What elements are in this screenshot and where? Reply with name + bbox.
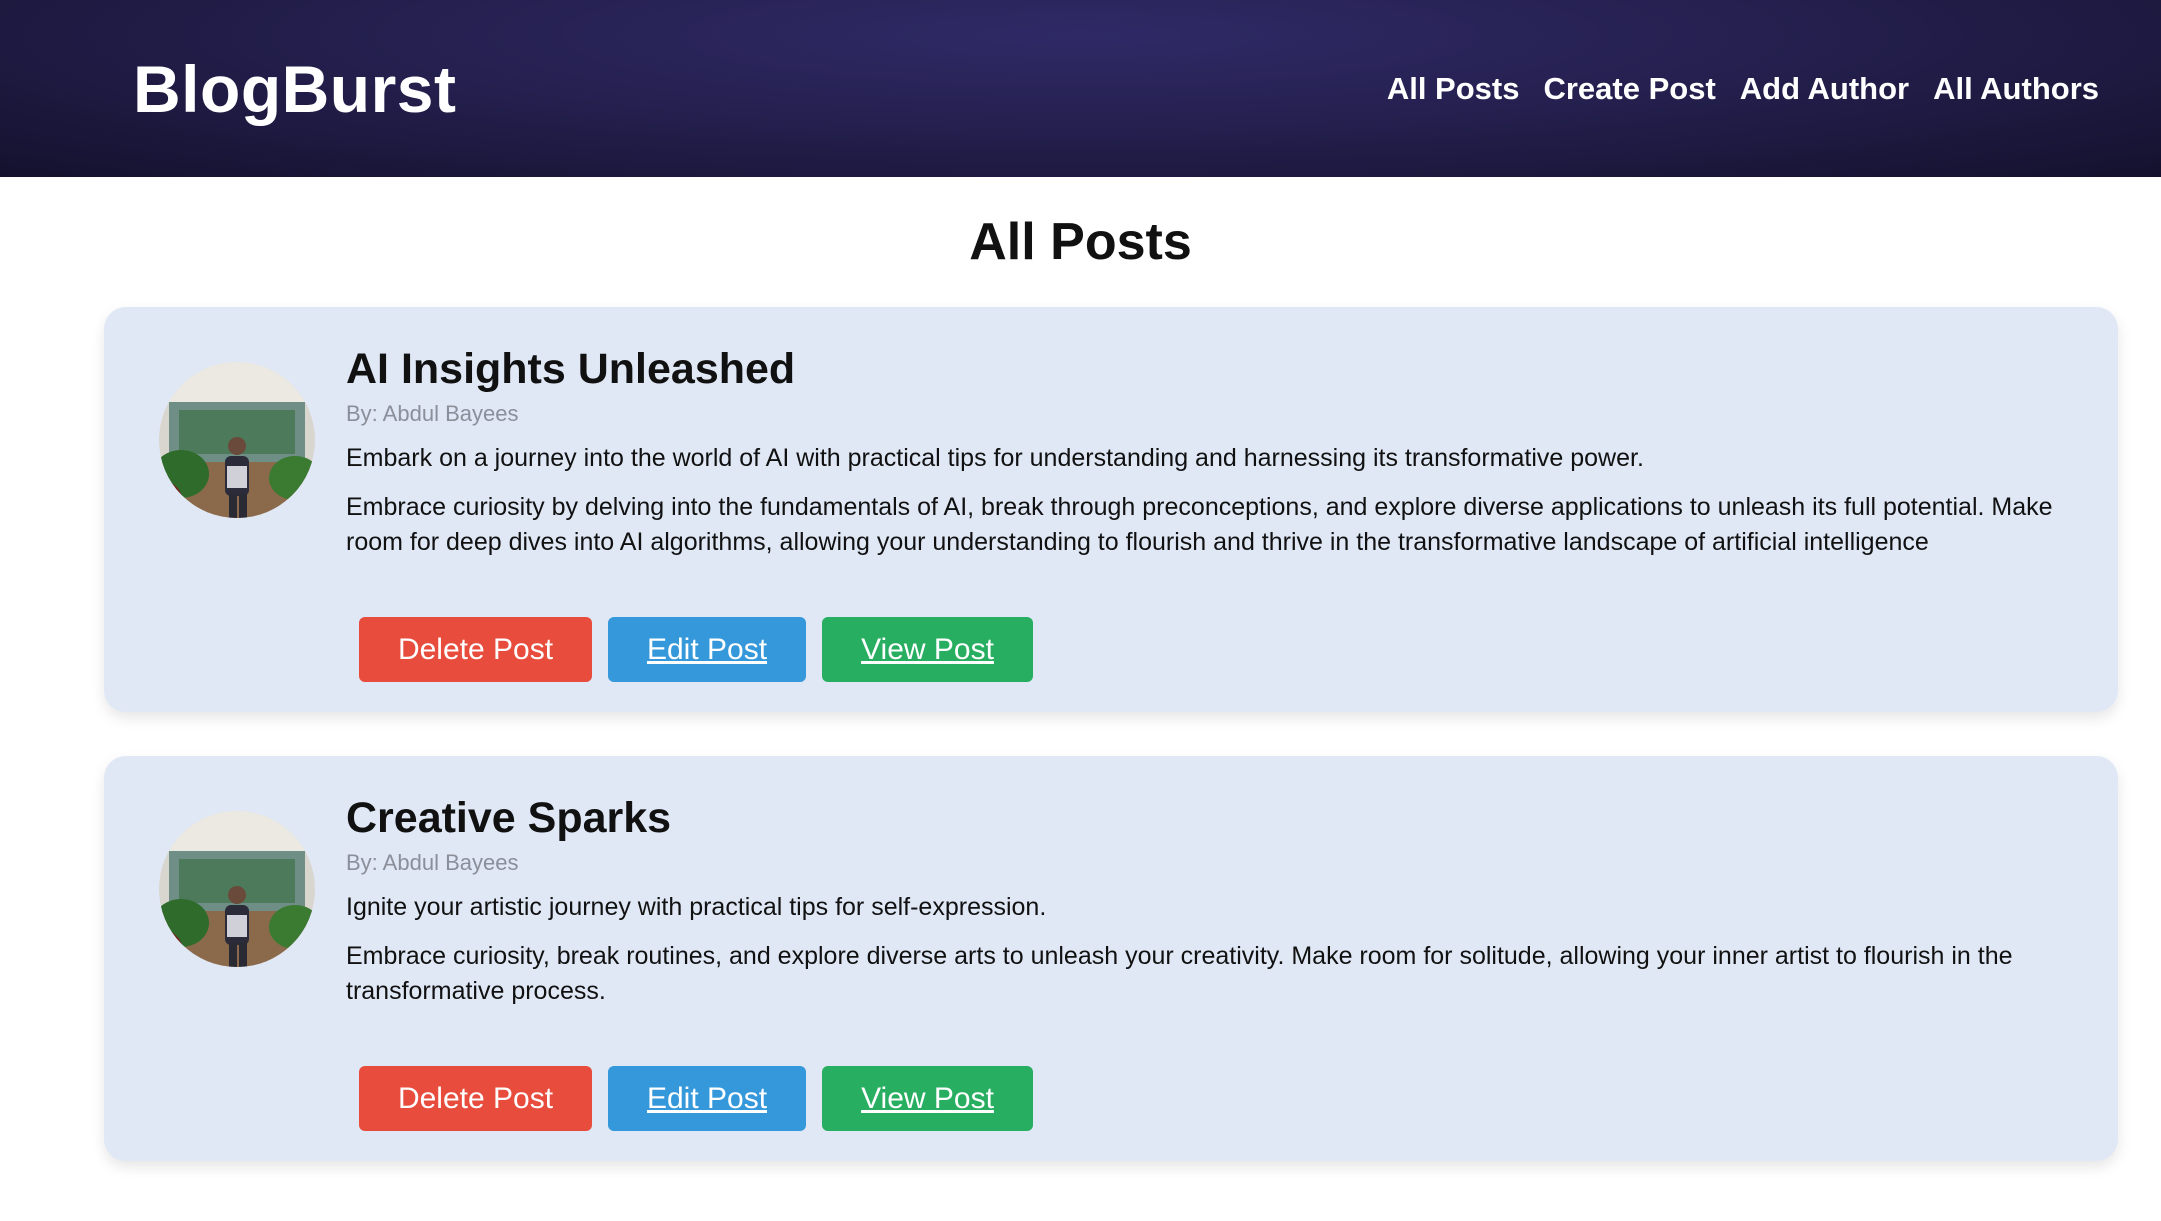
view-post-button[interactable]: View Post bbox=[822, 617, 1033, 682]
main-nav: All Posts Create Post Add Author All Aut… bbox=[1387, 71, 2099, 107]
view-post-button[interactable]: View Post bbox=[822, 1066, 1033, 1131]
nav-all-posts[interactable]: All Posts bbox=[1387, 71, 1520, 107]
post-actions: Delete Post Edit Post View Post bbox=[359, 1066, 1033, 1131]
delete-post-button[interactable]: Delete Post bbox=[359, 1066, 592, 1131]
post-content: Creative Sparks By: Abdul Bayees Ignite … bbox=[346, 790, 2058, 1009]
post-description: Ignite your artistic journey with practi… bbox=[346, 893, 1047, 921]
post-title: AI Insights Unleashed bbox=[346, 345, 796, 393]
post-content: AI Insights Unleashed By: Abdul Bayees E… bbox=[346, 341, 2058, 560]
post-author: By: Abdul Bayees bbox=[346, 401, 519, 426]
post-title: Creative Sparks bbox=[346, 794, 672, 842]
edit-post-button[interactable]: Edit Post bbox=[608, 617, 806, 682]
author-avatar bbox=[159, 811, 315, 967]
post-description: Embark on a journey into the world of AI… bbox=[346, 444, 1644, 472]
author-avatar bbox=[159, 362, 315, 518]
post-card: Creative Sparks By: Abdul Bayees Ignite … bbox=[104, 756, 2118, 1161]
edit-post-button[interactable]: Edit Post bbox=[608, 1066, 806, 1131]
post-actions: Delete Post Edit Post View Post bbox=[359, 617, 1033, 682]
site-logo[interactable]: BlogBurst bbox=[133, 51, 456, 127]
page-title: All Posts bbox=[969, 213, 1192, 271]
site-header: BlogBurst All Posts Create Post Add Auth… bbox=[0, 0, 2161, 177]
post-list: AI Insights Unleashed By: Abdul Bayees E… bbox=[0, 307, 2161, 1161]
post-card: AI Insights Unleashed By: Abdul Bayees E… bbox=[104, 307, 2118, 712]
nav-all-authors[interactable]: All Authors bbox=[1933, 71, 2099, 107]
nav-add-author[interactable]: Add Author bbox=[1740, 71, 1909, 107]
nav-create-post[interactable]: Create Post bbox=[1543, 71, 1715, 107]
post-body: Embrace curiosity, break routines, and e… bbox=[346, 942, 2013, 1005]
post-body: Embrace curiosity by delving into the fu… bbox=[346, 493, 2053, 556]
delete-post-button[interactable]: Delete Post bbox=[359, 617, 592, 682]
post-author: By: Abdul Bayees bbox=[346, 850, 519, 875]
